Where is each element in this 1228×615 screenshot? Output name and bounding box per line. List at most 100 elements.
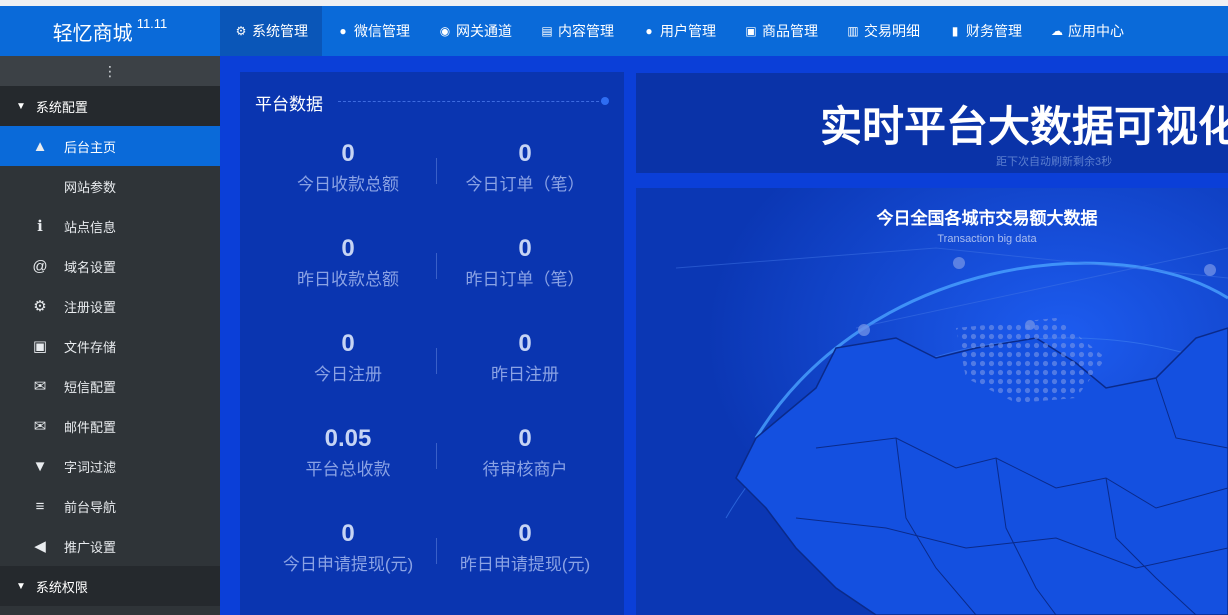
topnav-label: 财务管理 bbox=[966, 23, 1022, 39]
stat-row: 0 今日收款总额 0 今日订单（笔） bbox=[260, 140, 620, 235]
sidebar-item-label: 后台主页 bbox=[64, 139, 117, 155]
brand-logo[interactable]: 轻忆商城 11.11 bbox=[0, 6, 220, 56]
sidebar-items: ▲ 后台主页 网站参数 ℹ 站点信息 @ 域名设置 ⚙ 注册设置 ▣ 文件存储 ✉ 短信配置 ✉ 邮件配置 ▼… bbox=[0, 126, 220, 566]
users-icon: ● bbox=[645, 24, 653, 38]
stat-card: 0 今日订单（笔） bbox=[437, 140, 613, 235]
topnav-item[interactable]: ▤ 内容管理 bbox=[526, 6, 628, 56]
sidebar-item[interactable]: ⚙ 注册设置 bbox=[0, 286, 220, 326]
stat-row: 0 今日申请提现(元) 0 昨日申请提现(元) bbox=[260, 520, 620, 615]
map-panel: 今日全国各城市交易额大数据 Transaction big data bbox=[636, 188, 1228, 615]
stat-value: 0.05 bbox=[324, 425, 372, 452]
stat-label: 今日收款总额 bbox=[297, 175, 399, 194]
info-icon: ℹ bbox=[37, 218, 43, 235]
stat-label: 待审核商户 bbox=[482, 460, 568, 479]
sidebar-item[interactable]: ▣ 文件存储 bbox=[0, 326, 220, 366]
gateway-icon: ◉ bbox=[439, 24, 451, 38]
topnav-item[interactable]: ▣ 商品管理 bbox=[730, 6, 832, 56]
sidebar-group-label: 系统配置 bbox=[35, 99, 88, 115]
sidebar-item-label: 注册设置 bbox=[64, 299, 117, 315]
title-divider bbox=[338, 101, 604, 102]
stat-card: 0 昨日申请提现(元) bbox=[437, 520, 613, 615]
china-map-graphic bbox=[636, 188, 1228, 615]
stat-value: 0 bbox=[341, 520, 355, 547]
sidebar-item[interactable]: ℹ 站点信息 bbox=[0, 206, 220, 246]
sidebar-group-system-config[interactable]: ▼ 系统配置 bbox=[0, 86, 220, 126]
stat-card: 0 今日申请提现(元) bbox=[260, 520, 436, 615]
stat-card: 0 昨日订单（笔） bbox=[437, 235, 613, 330]
kebab-icon: ⋮ bbox=[103, 62, 117, 79]
stat-label: 今日申请提现(元) bbox=[282, 555, 414, 574]
sidebar-item[interactable]: 网站参数 bbox=[0, 166, 220, 206]
topnav-label: 网关通道 bbox=[456, 23, 512, 39]
bar-chart-icon: ▥ bbox=[847, 24, 859, 38]
dashboard-title: 实时平台大数据可视化展 bbox=[820, 103, 1228, 150]
stat-row: 0 昨日收款总额 0 昨日订单（笔） bbox=[260, 235, 620, 330]
topnav-item[interactable]: ▮ 财务管理 bbox=[934, 6, 1036, 56]
topnav-label: 交易明细 bbox=[864, 23, 920, 39]
map-subtitle: Transaction big data bbox=[937, 233, 1037, 245]
sidebar-item-label: 前台导航 bbox=[64, 499, 117, 515]
sidebar-item-label: 网站参数 bbox=[64, 179, 117, 195]
topnav-item[interactable]: ● 用户管理 bbox=[628, 6, 730, 56]
sidebar-item[interactable]: ▲ 后台主页 bbox=[0, 126, 220, 166]
topnav-item[interactable]: ☁ 应用中心 bbox=[1036, 6, 1138, 56]
stat-card: 0 待审核商户 bbox=[437, 425, 613, 520]
topnav-item[interactable]: ⚙ 系统管理 bbox=[220, 6, 322, 56]
stat-label: 今日注册 bbox=[314, 365, 382, 384]
map-title: 今日全国各城市交易额大数据 bbox=[876, 209, 1098, 228]
stat-label: 平台总收款 bbox=[305, 460, 391, 479]
stat-card: 0 昨日收款总额 bbox=[260, 235, 436, 330]
topnav-item[interactable]: ◉ 网关通道 bbox=[424, 6, 526, 56]
sidebar-item[interactable]: ◀ 推广设置 bbox=[0, 526, 220, 566]
stat-row: 0 今日注册 0 昨日注册 bbox=[260, 330, 620, 425]
sidebar-item[interactable]: ▼ 字词过滤 bbox=[0, 446, 220, 486]
gear-icon: ⚙ bbox=[33, 298, 47, 315]
stat-value: 0 bbox=[518, 330, 532, 357]
panel-title: 平台数据 bbox=[255, 95, 323, 114]
sidebar-item[interactable]: ✉ 短信配置 bbox=[0, 366, 220, 406]
stat-value: 0 bbox=[518, 235, 532, 262]
sidebar-item-label: 短信配置 bbox=[64, 379, 117, 395]
brand-version: 11.11 bbox=[136, 15, 168, 31]
gear-icon: ⚙ bbox=[235, 24, 247, 38]
stat-card: 0.05 平台总收款 bbox=[260, 425, 436, 520]
title-dot bbox=[601, 97, 609, 105]
stat-value: 0 bbox=[341, 235, 355, 262]
sidebar-item-label: 字词过滤 bbox=[64, 459, 117, 475]
stat-label: 昨日申请提现(元) bbox=[459, 555, 591, 574]
refresh-countdown: 距下次自动刷新剩余3秒 bbox=[996, 156, 1113, 168]
topnav-label: 系统管理 bbox=[252, 23, 308, 39]
sidebar: ⋮ ▼ 系统配置 ▲ 后台主页网站参数 ℹ 站点信息 @ 域名设置 ⚙ 注册设置 ▣ 文件存储 ✉ 短… bbox=[0, 56, 220, 615]
top-nav-menu: ⚙ 系统管理 ● 微信管理 ◉ 网关通道 ▤ 内容管理 ● 用户管理 ▣ 商品管理 ▥ 交易明细 ▮ 财务管理… bbox=[220, 6, 1138, 56]
platform-data-panel: 平台数据 0 今日收款总额 0 今日订单（笔） 0 昨日收款总额 0 昨日订单（笔） 0 今日注册… bbox=[240, 72, 624, 615]
topnav-item[interactable]: ● 微信管理 bbox=[322, 6, 424, 56]
cloud-icon: ☁ bbox=[1051, 24, 1063, 38]
shopping-bag-icon: ▣ bbox=[745, 24, 757, 38]
sidebar-item-label: 邮件配置 bbox=[64, 419, 117, 435]
sidebar-item[interactable]: @ 域名设置 bbox=[0, 246, 220, 286]
topnav-label: 用户管理 bbox=[660, 23, 716, 39]
bars-icon: ≡ bbox=[35, 497, 45, 515]
topnav-label: 微信管理 bbox=[354, 23, 410, 39]
main-content: 平台数据 0 今日收款总额 0 今日订单（笔） 0 昨日收款总额 0 昨日订单（笔） 0 今日注册… bbox=[220, 56, 1228, 615]
stat-value: 0 bbox=[518, 520, 532, 547]
envelope-icon: ✉ bbox=[33, 378, 47, 395]
sidebar-item[interactable]: ≡ 前台导航 bbox=[0, 486, 220, 526]
stat-value: 0 bbox=[341, 330, 355, 357]
city-node bbox=[858, 324, 870, 336]
area-chart-icon: ▲ bbox=[32, 137, 48, 155]
megaphone-icon: ◀ bbox=[34, 538, 46, 555]
sidebar-item[interactable]: ✉ 邮件配置 bbox=[0, 406, 220, 446]
city-node bbox=[1204, 264, 1216, 276]
caret-down-icon: ▼ bbox=[16, 100, 26, 112]
brand-name: 轻忆商城 bbox=[52, 22, 133, 45]
topnav-label: 应用中心 bbox=[1068, 23, 1124, 39]
topnav-item[interactable]: ▥ 交易明细 bbox=[832, 6, 934, 56]
sidebar-group-system-permission[interactable]: ▼ 系统权限 bbox=[0, 566, 220, 606]
stat-value: 0 bbox=[518, 140, 532, 167]
stat-label: 今日订单（笔） bbox=[465, 175, 585, 194]
topnav-label: 内容管理 bbox=[558, 23, 614, 39]
dashboard-header-panel: 实时平台大数据可视化展 距下次自动刷新剩余3秒 bbox=[636, 73, 1228, 173]
stat-card: 0 今日注册 bbox=[260, 330, 436, 425]
sidebar-collapse-toggle[interactable]: ⋮ bbox=[0, 56, 220, 86]
